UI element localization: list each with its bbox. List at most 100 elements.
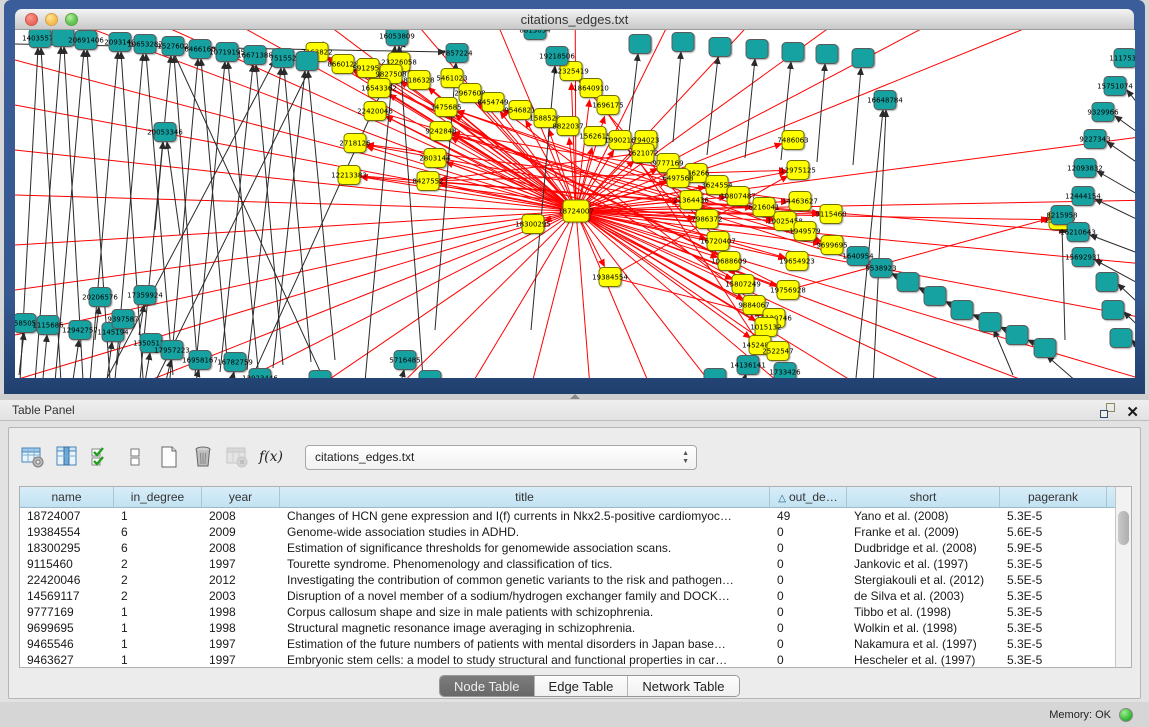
function-builder-button[interactable]: f(x) — [257, 444, 285, 470]
graph-node[interactable] — [706, 176, 728, 195]
splitter-grip-icon[interactable] — [570, 394, 580, 399]
graph-node[interactable] — [599, 268, 621, 287]
graph-node[interactable] — [15, 314, 36, 333]
graph-node[interactable] — [364, 102, 386, 121]
graph-node[interactable] — [727, 187, 749, 206]
graph-node[interactable] — [112, 310, 134, 329]
graph-node[interactable] — [737, 356, 759, 375]
graph-node[interactable] — [847, 247, 869, 266]
graph-node[interactable] — [332, 55, 354, 74]
column-header-name[interactable]: name — [20, 487, 114, 507]
table-row[interactable]: 911546021997Tourette syndrome. Phenomeno… — [20, 556, 1131, 572]
graph-node[interactable] — [394, 351, 416, 370]
graph-node[interactable] — [368, 79, 390, 98]
select-all-button[interactable] — [87, 444, 115, 470]
graph-node[interactable] — [597, 96, 619, 115]
delete-table-button[interactable] — [223, 444, 251, 470]
graph-node[interactable] — [557, 117, 579, 136]
graph-node[interactable] — [816, 45, 838, 64]
column-header-out_de[interactable]: △out_de… — [770, 487, 847, 507]
graph-node[interactable] — [216, 43, 238, 62]
graph-node[interactable] — [979, 313, 1001, 332]
graph-node[interactable] — [1006, 326, 1028, 345]
tab-network-table[interactable]: Network Table — [628, 676, 738, 696]
graph-node[interactable] — [1102, 301, 1124, 320]
graph-node[interactable] — [162, 37, 184, 56]
graph-node[interactable] — [821, 236, 843, 255]
graph-node[interactable] — [189, 351, 211, 370]
graph-node[interactable] — [924, 287, 946, 306]
graph-node[interactable] — [534, 109, 556, 128]
graph-node[interactable] — [1072, 248, 1094, 267]
delete-icon-button[interactable] — [189, 444, 217, 470]
graph-node[interactable] — [1051, 206, 1073, 225]
graph-node[interactable] — [1072, 187, 1094, 206]
graph-node[interactable] — [546, 47, 568, 66]
graph-node[interactable] — [786, 252, 808, 271]
graph-node[interactable] — [789, 192, 811, 211]
graph-node[interactable] — [718, 252, 740, 271]
table-row[interactable]: 946554611997Estimation of the future num… — [20, 636, 1131, 652]
new-table-button[interactable] — [155, 444, 183, 470]
graph-node[interactable] — [37, 316, 59, 335]
tab-edge-table[interactable]: Edge Table — [535, 676, 629, 696]
graph-node[interactable] — [787, 161, 809, 180]
table-row[interactable]: 1456911722003Disruption of a novel membe… — [20, 588, 1131, 604]
graph-node[interactable] — [419, 371, 441, 379]
table-row[interactable]: 2242004622012Investigating the contribut… — [20, 572, 1131, 588]
graph-node[interactable] — [509, 101, 531, 120]
close-panel-button[interactable]: ✕ — [1126, 402, 1139, 423]
graph-node[interactable] — [134, 35, 156, 54]
graph-node[interactable] — [75, 31, 97, 50]
graph-node[interactable] — [249, 369, 271, 379]
graph-node[interactable] — [189, 40, 211, 59]
float-panel-button[interactable] — [1100, 403, 1115, 418]
table-settings-button[interactable] — [19, 444, 47, 470]
graph-node[interactable] — [386, 30, 408, 46]
graph-node[interactable] — [1110, 329, 1132, 348]
graph-node[interactable] — [777, 281, 799, 300]
graph-node[interactable] — [244, 46, 266, 65]
column-header-pagerank[interactable]: pagerank — [1000, 487, 1107, 507]
table-scrollbar[interactable] — [1115, 487, 1131, 667]
graph-node[interactable] — [1034, 339, 1056, 358]
graph-node[interactable] — [459, 84, 481, 103]
graph-node[interactable] — [753, 198, 775, 217]
graph-node[interactable] — [755, 318, 777, 337]
graph-node[interactable] — [430, 122, 452, 141]
graph-node[interactable] — [774, 363, 796, 379]
graph-node[interactable] — [667, 169, 689, 188]
graph-node[interactable] — [154, 123, 176, 142]
column-header-short[interactable]: short — [847, 487, 1000, 507]
table-row[interactable]: 969969511998Structural magnetic resonanc… — [20, 620, 1131, 636]
graph-node[interactable] — [767, 342, 789, 361]
graph-node[interactable] — [296, 52, 318, 71]
graph-node[interactable] — [820, 205, 842, 224]
graph-node[interactable] — [782, 43, 804, 62]
graph-node[interactable] — [704, 369, 726, 379]
deselect-all-button[interactable] — [121, 444, 149, 470]
graph-node[interactable] — [134, 286, 156, 305]
graph-node[interactable] — [482, 93, 504, 112]
graph-node[interactable] — [109, 33, 131, 52]
graph-node[interactable] — [1092, 103, 1114, 122]
graph-node[interactable] — [632, 144, 654, 163]
graph-node[interactable] — [580, 79, 602, 98]
graph-node[interactable] — [794, 222, 816, 241]
graph-node[interactable] — [89, 288, 111, 307]
table-row[interactable]: 1938455462009Genome-wide association stu… — [20, 524, 1131, 540]
graph-node[interactable] — [161, 341, 183, 360]
graph-node[interactable] — [1114, 49, 1135, 68]
tab-node-table[interactable]: Node Table — [440, 676, 535, 696]
table-row[interactable]: 1872400712008Changes of HCN gene express… — [20, 508, 1131, 524]
graph-node[interactable] — [672, 33, 694, 52]
graph-node[interactable] — [52, 30, 74, 47]
graph-node[interactable] — [272, 49, 294, 68]
graph-node[interactable] — [870, 259, 892, 278]
graph-node[interactable] — [1096, 273, 1118, 292]
graph-node[interactable] — [897, 273, 919, 292]
graph-node[interactable] — [732, 275, 754, 294]
column-header-year[interactable]: year — [202, 487, 280, 507]
graph-node[interactable] — [709, 38, 731, 57]
graph-node[interactable] — [1074, 159, 1096, 178]
